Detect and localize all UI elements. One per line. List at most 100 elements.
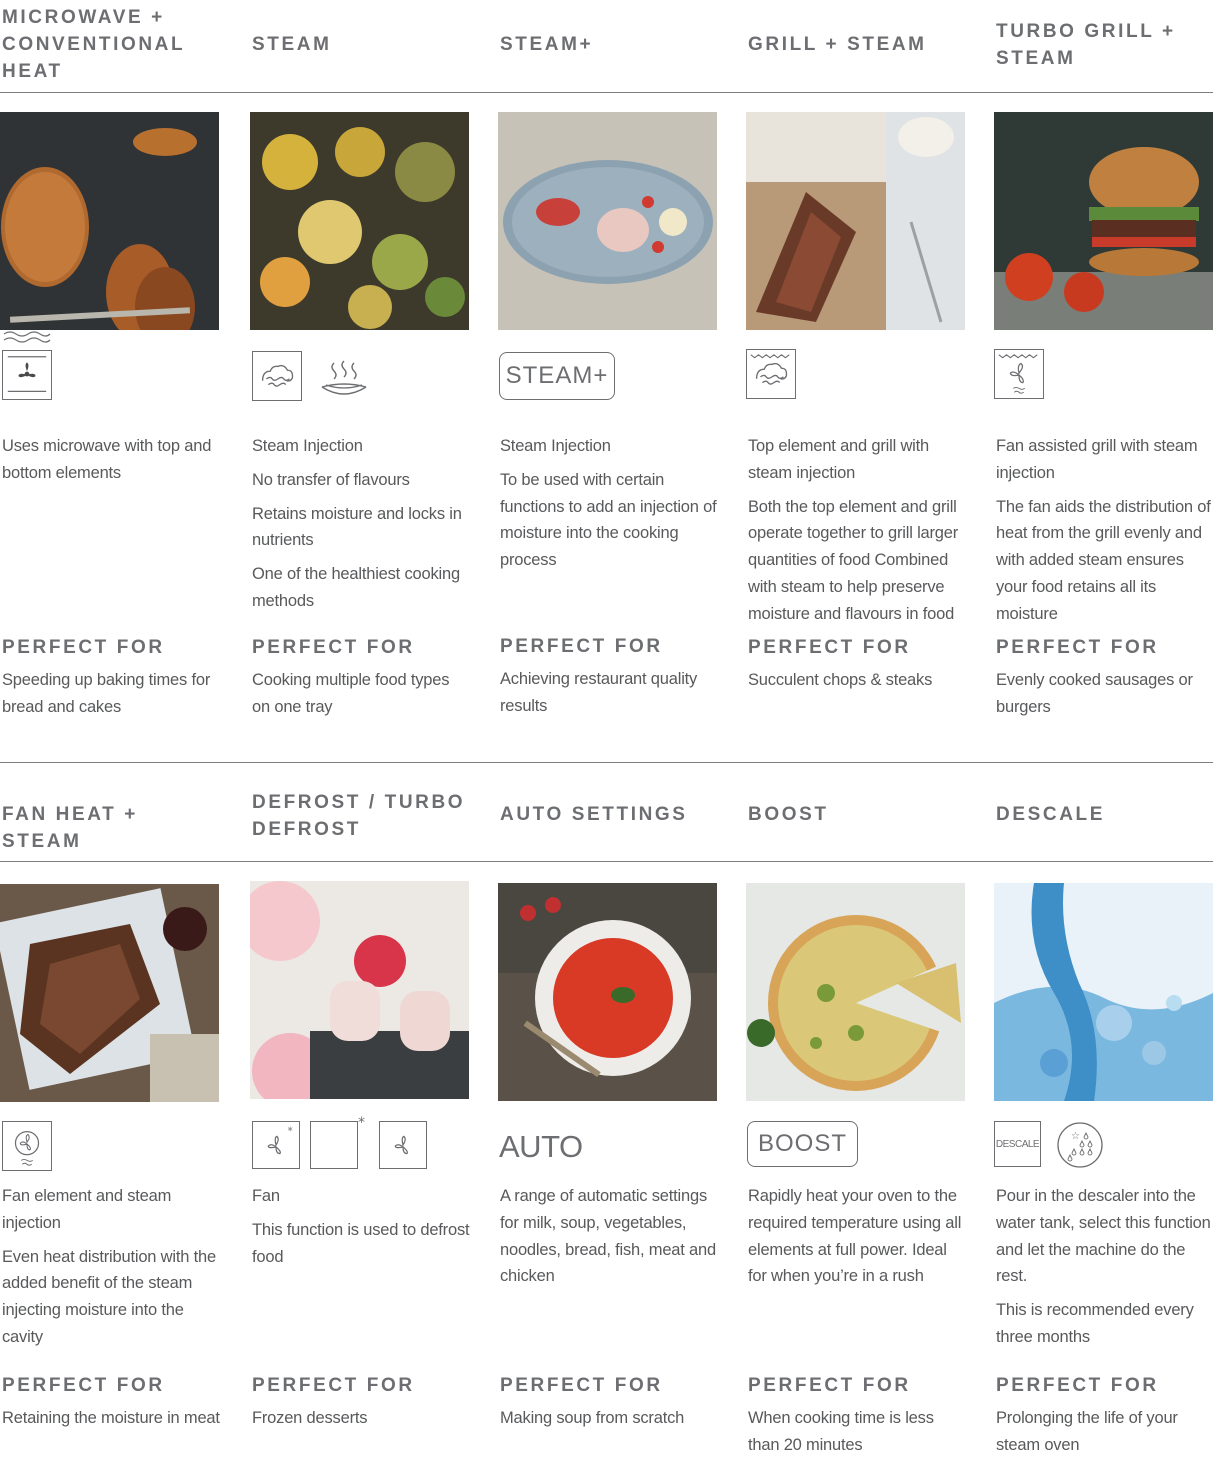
- steam-plus-badge: STEAM+: [499, 352, 615, 400]
- svg-text:*: *: [288, 1125, 293, 1137]
- description-line: Pour in the descaler into the water tank…: [996, 1187, 1211, 1286]
- perfect-for-label: PERFECT FOR: [996, 637, 1159, 658]
- row-2: FAN HEAT + STEAM Fan element and steam i…: [0, 762, 1213, 1484]
- section-divider: [0, 861, 1213, 862]
- perfect-for-text: Evenly cooked sausages or burgers: [996, 671, 1193, 716]
- function-icons: * *: [250, 1115, 472, 1181]
- function-description: Top element and grill with steam injecti…: [748, 433, 966, 635]
- function-description: Steam Injection No transfer of flavours …: [252, 433, 470, 622]
- perfect-for-label: PERFECT FOR: [500, 1375, 663, 1396]
- water-photo: [994, 883, 1213, 1101]
- description-line: Retains moisture and locks in nutrients: [252, 504, 462, 550]
- fan-oven-icon: [2, 350, 52, 400]
- description-line: Steam Injection: [500, 437, 611, 455]
- perfect-for-text: Making soup from scratch: [500, 1409, 685, 1427]
- auto-label: AUTO: [499, 1129, 583, 1164]
- quiche-photo: [746, 883, 965, 1101]
- defrost-icon: [310, 1121, 358, 1169]
- function-fan-heat-steam: FAN HEAT + STEAM Fan element and steam i…: [0, 763, 222, 1484]
- description-line: Uses microwave with top and bottom eleme…: [2, 437, 212, 482]
- function-title: STEAM: [252, 34, 332, 55]
- function-icons: [0, 330, 222, 400]
- turbo-grill-steam-icon: [994, 349, 1044, 399]
- function-description: Uses microwave with top and bottom eleme…: [2, 433, 220, 494]
- function-description: Fan This function is used to defrost foo…: [252, 1183, 470, 1277]
- microwave-waves-icon: [2, 330, 52, 344]
- function-description: Fan assisted grill with steam injection …: [996, 433, 1213, 635]
- function-icons: [250, 349, 472, 409]
- function-icons: DESCALE ☆: [994, 1121, 1213, 1181]
- perfect-for-label: PERFECT FOR: [252, 637, 415, 658]
- function-title: TURBO GRILL + STEAM: [996, 21, 1176, 69]
- function-steam-plus: STEAM+ STEAM+ Steam Injection To be used…: [498, 0, 720, 740]
- function-microwave-conventional: MICROWAVE + CONVENTIONAL HEAT Uses micro…: [0, 0, 222, 740]
- description-line: Fan assisted grill with steam injection: [996, 437, 1198, 482]
- function-description: Pour in the descaler into the water tank…: [996, 1183, 1213, 1358]
- description-line: Both the top element and grill operate t…: [748, 497, 959, 623]
- function-defrost: DEFROST / TURBO DEFROST * * Fan This fun…: [250, 763, 472, 1484]
- grill-steam-icon: [746, 349, 796, 399]
- roast-meat-photo: [0, 884, 219, 1102]
- row-1: MICROWAVE + CONVENTIONAL HEAT Uses micro…: [0, 0, 1213, 740]
- function-descale: DESCALE DESCALE ☆ Pour in the descaler i…: [994, 763, 1213, 1484]
- desserts-photo: [250, 881, 469, 1099]
- function-title: GRILL + STEAM: [748, 34, 927, 55]
- function-icons: [746, 349, 968, 409]
- perfect-for-text: Cooking multiple food types on one tray: [252, 671, 450, 716]
- function-description: A range of automatic settings for milk, …: [500, 1183, 718, 1297]
- perfect-for-label: PERFECT FOR: [748, 1375, 911, 1396]
- description-line: To be used with certain functions to add…: [500, 470, 717, 570]
- section-divider: [0, 92, 1213, 93]
- steam-box-icon: [252, 351, 302, 401]
- perfect-for-text: Achieving restaurant quality results: [500, 670, 698, 715]
- perfect-for-text: When cooking time is less than 20 minute…: [748, 1409, 934, 1454]
- description-line: One of the healthiest cooking methods: [252, 565, 460, 610]
- vegetables-photo: [250, 112, 469, 330]
- plated-dish-photo: [498, 112, 717, 330]
- function-title: STEAM+: [500, 34, 594, 55]
- function-title: DESCALE: [996, 804, 1105, 825]
- function-boost: BOOST BOOST Rapidly heat your oven to th…: [746, 763, 968, 1484]
- description-line: Steam Injection: [252, 437, 363, 455]
- description-line: No transfer of flavours: [252, 470, 410, 489]
- description-line: This is recommended every three months: [996, 1301, 1194, 1346]
- water-drops-icon: ☆: [1056, 1121, 1104, 1169]
- description-line: Even heat distribution with the added be…: [2, 1247, 216, 1346]
- perfect-for-label: PERFECT FOR: [2, 637, 165, 658]
- function-grill-steam: GRILL + STEAM Top element and grill with…: [746, 0, 968, 740]
- soup-photo: [498, 883, 717, 1101]
- fan-defrost-icon: *: [252, 1121, 300, 1169]
- description-line: Rapidly heat your oven to the required t…: [748, 1187, 962, 1286]
- perfect-for-text: Speeding up baking times for bread and c…: [2, 671, 211, 716]
- function-description: Fan element and steam injection Even hea…: [2, 1183, 220, 1358]
- function-steam: STEAM Steam Injection No transfer of fla…: [250, 0, 472, 740]
- bread-photo: [0, 112, 219, 330]
- perfect-for-text: Frozen desserts: [252, 1409, 368, 1427]
- description-line: The fan aids the distribution of heat fr…: [996, 497, 1211, 623]
- function-icons: [0, 1121, 222, 1181]
- function-title: AUTO SETTINGS: [500, 804, 688, 825]
- burger-photo: [994, 112, 1213, 330]
- function-description: Rapidly heat your oven to the required t…: [748, 1183, 966, 1297]
- descale-icon: DESCALE: [994, 1121, 1041, 1167]
- svg-text:☆: ☆: [1071, 1131, 1080, 1142]
- perfect-for-label: PERFECT FOR: [996, 1375, 1159, 1396]
- function-auto-settings: AUTO SETTINGS AUTO A range of automatic …: [498, 763, 720, 1484]
- perfect-for-label: PERFECT FOR: [500, 636, 663, 657]
- function-title: DEFROST / TURBO DEFROST: [252, 792, 466, 840]
- description-line: Fan element and steam injection: [2, 1187, 172, 1232]
- function-title: MICROWAVE + CONVENTIONAL HEAT: [2, 7, 185, 82]
- steam-dish-icon: [316, 349, 372, 403]
- snowflake-icon: *: [358, 1115, 365, 1131]
- function-title: FAN HEAT + STEAM: [2, 804, 138, 852]
- steak-photo: [746, 112, 965, 330]
- perfect-for-text: Retaining the moisture in meat: [2, 1409, 220, 1427]
- description-line: A range of automatic settings for milk, …: [500, 1187, 716, 1286]
- description-line: Top element and grill with steam injecti…: [748, 437, 929, 482]
- perfect-for-label: PERFECT FOR: [252, 1375, 415, 1396]
- function-turbo-grill-steam: TURBO GRILL + STEAM Fan assisted grill w…: [994, 0, 1213, 740]
- perfect-for-text: Succulent chops & steaks: [748, 671, 933, 689]
- fan-icon: [379, 1121, 427, 1169]
- function-icons: [994, 349, 1213, 409]
- perfect-for-label: PERFECT FOR: [2, 1375, 165, 1396]
